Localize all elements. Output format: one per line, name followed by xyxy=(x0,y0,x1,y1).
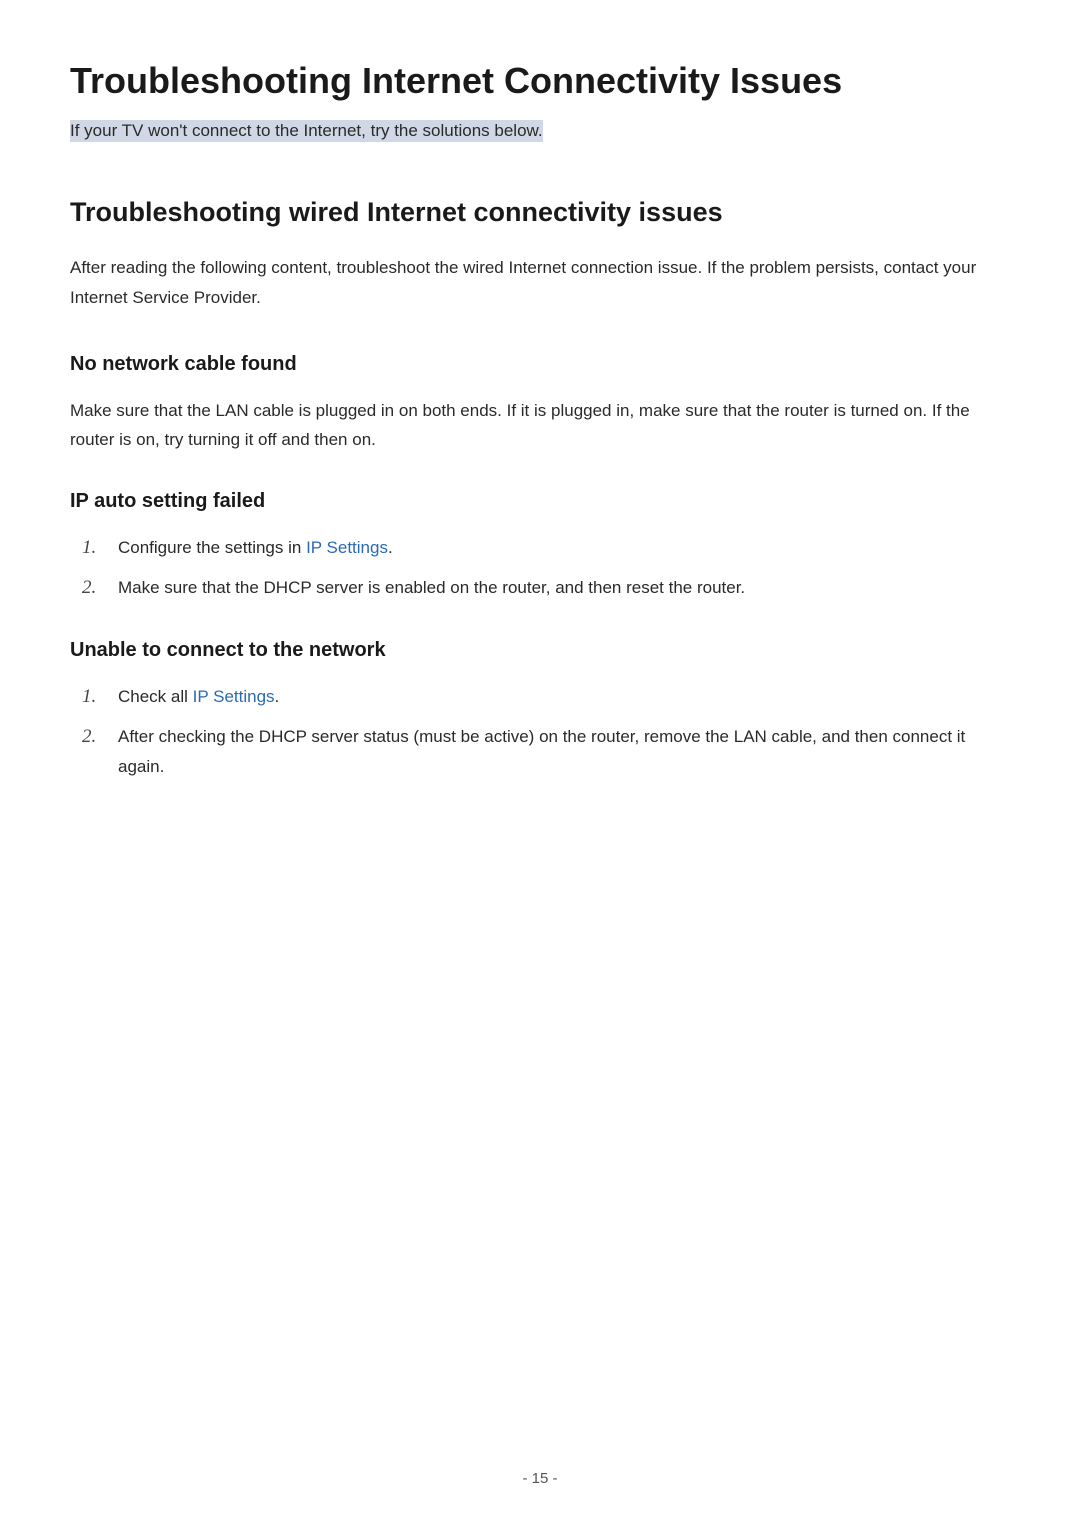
list-item: 1. Configure the settings in IP Settings… xyxy=(70,533,1010,563)
list-text: Make sure that the DHCP server is enable… xyxy=(118,573,745,603)
ip-settings-link[interactable]: IP Settings xyxy=(306,538,388,557)
subsection-heading-no-cable: No network cable found xyxy=(70,353,1010,376)
text-prefix: Configure the settings in xyxy=(118,538,306,557)
list-ip-auto: 1. Configure the settings in IP Settings… xyxy=(70,533,1010,604)
list-marker: 2. xyxy=(82,573,106,603)
text-suffix: . xyxy=(275,687,280,706)
list-unable-connect: 1. Check all IP Settings. 2. After check… xyxy=(70,682,1010,782)
list-item: 1. Check all IP Settings. xyxy=(70,682,1010,712)
page-number: - 15 - xyxy=(0,1470,1080,1487)
section-heading: Troubleshooting wired Internet connectiv… xyxy=(70,197,1010,228)
subsection-heading-ip-auto: IP auto setting failed xyxy=(70,490,1010,513)
list-item: 2. After checking the DHCP server status… xyxy=(70,722,1010,782)
ip-settings-link[interactable]: IP Settings xyxy=(193,687,275,706)
list-marker: 1. xyxy=(82,682,106,712)
subsection-heading-unable-connect: Unable to connect to the network xyxy=(70,639,1010,662)
page-subtitle: If your TV won't connect to the Internet… xyxy=(70,120,543,142)
subsection-body-no-cable: Make sure that the LAN cable is plugged … xyxy=(70,396,1010,456)
page-title: Troubleshooting Internet Connectivity Is… xyxy=(70,60,1010,102)
list-text: Configure the settings in IP Settings. xyxy=(118,533,393,563)
text-suffix: . xyxy=(388,538,393,557)
text-prefix: Check all xyxy=(118,687,193,706)
section-intro: After reading the following content, tro… xyxy=(70,253,1010,313)
list-marker: 1. xyxy=(82,533,106,563)
list-item: 2. Make sure that the DHCP server is ena… xyxy=(70,573,1010,603)
list-text: Check all IP Settings. xyxy=(118,682,279,712)
list-marker: 2. xyxy=(82,722,106,752)
list-text: After checking the DHCP server status (m… xyxy=(118,722,1010,782)
